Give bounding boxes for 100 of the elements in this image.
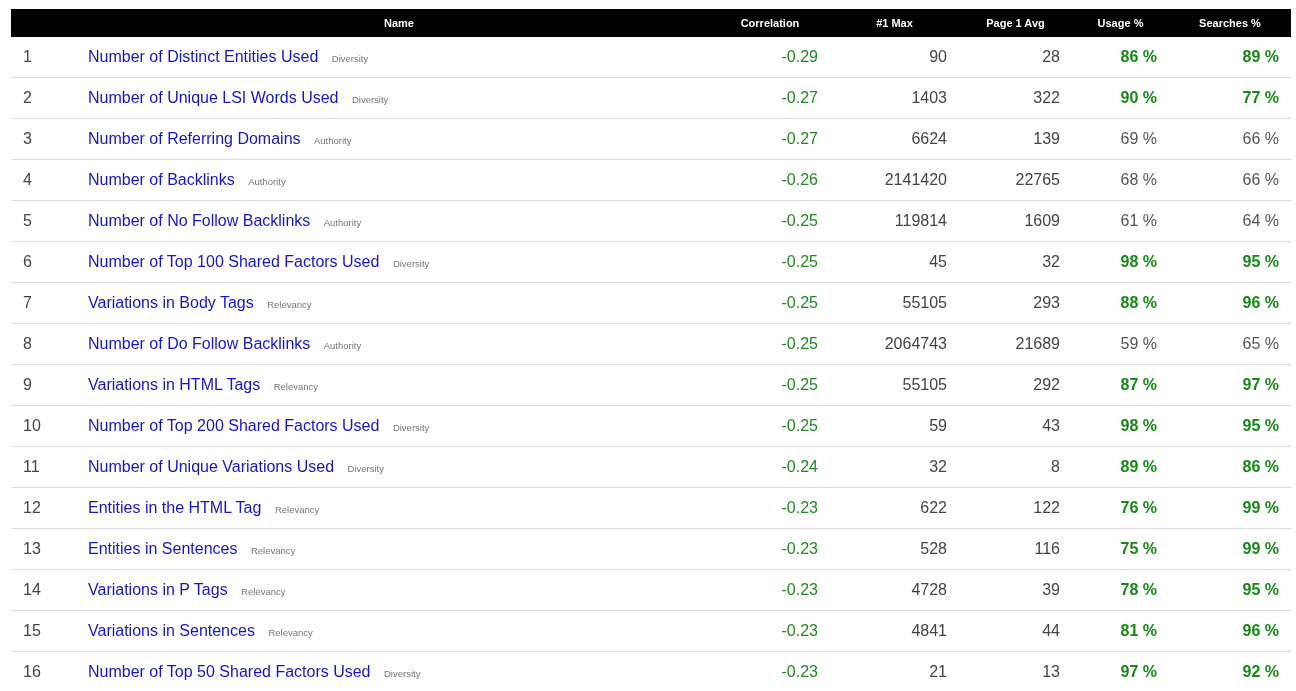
category-tag: Relevancy: [274, 504, 320, 515]
factor-link[interactable]: Variations in HTML Tags: [88, 376, 261, 393]
factor-link[interactable]: Number of Top 50 Shared Factors Used: [88, 663, 371, 680]
usage-cell: 87 %: [1072, 364, 1169, 406]
max-cell: 4728: [830, 569, 959, 611]
column-header: Page 1 Avg: [959, 9, 1072, 37]
usage-cell: 61 %: [1072, 200, 1169, 242]
category-tag: Diversity: [383, 668, 421, 679]
factor-link[interactable]: Variations in Body Tags: [88, 294, 254, 311]
max-cell: 45: [830, 241, 959, 283]
factor-link[interactable]: Number of Backlinks: [88, 171, 235, 188]
category-tag: Diversity: [331, 53, 369, 64]
usage-cell: 98 %: [1072, 241, 1169, 283]
factor-link[interactable]: Variations in P Tags: [88, 581, 228, 598]
max-cell: 55105: [830, 282, 959, 324]
searches-cell: 97 %: [1169, 364, 1291, 406]
searches-cell: 66 %: [1169, 118, 1291, 160]
max-cell: 622: [830, 487, 959, 529]
average-cell: 43: [959, 405, 1072, 447]
correlation-cell: -0.25: [710, 405, 830, 447]
average-cell: 293: [959, 282, 1072, 324]
factor-link[interactable]: Number of Unique Variations Used: [88, 458, 335, 475]
average-cell: 39: [959, 569, 1072, 611]
average-cell: 8: [959, 446, 1072, 488]
factor-link[interactable]: Variations in Sentences: [88, 622, 255, 639]
usage-cell: 97 %: [1072, 651, 1169, 691]
rank-cell: 3: [11, 118, 88, 160]
correlation-cell: -0.23: [710, 610, 830, 652]
usage-cell: 90 %: [1072, 77, 1169, 119]
searches-cell: 92 %: [1169, 651, 1291, 691]
correlation-cell: -0.23: [710, 528, 830, 570]
usage-cell: 76 %: [1072, 487, 1169, 529]
rank-cell: 5: [11, 200, 88, 242]
category-tag: Authority: [314, 135, 352, 146]
rank-cell: 9: [11, 364, 88, 406]
usage-cell: 78 %: [1072, 569, 1169, 611]
category-tag: Relevancy: [241, 586, 286, 597]
category-tag: Diversity: [347, 463, 384, 474]
searches-cell: 77 %: [1169, 77, 1291, 119]
correlation-cell: -0.25: [710, 241, 830, 283]
max-cell: 2141420: [830, 159, 959, 201]
factor-link[interactable]: Number of Top 100 Shared Factors Used: [88, 253, 380, 270]
factor-link[interactable]: Number of Referring Domains: [88, 130, 301, 147]
max-cell: 21: [830, 651, 959, 691]
searches-cell: 86 %: [1169, 446, 1291, 488]
max-cell: 2064743: [830, 323, 959, 365]
rank-cell: 1: [11, 37, 88, 78]
usage-cell: 81 %: [1072, 610, 1169, 652]
average-cell: 122: [959, 487, 1072, 529]
correlation-cell: -0.23: [710, 487, 830, 529]
factor-link[interactable]: Number of Distinct Entities Used: [88, 48, 319, 65]
average-cell: 44: [959, 610, 1072, 652]
searches-cell: 99 %: [1169, 487, 1291, 529]
category-tag: Relevancy: [268, 627, 313, 638]
searches-cell: 95 %: [1169, 241, 1291, 283]
factor-link[interactable]: Number of Unique LSI Words Used: [88, 89, 339, 106]
average-cell: 21689: [959, 323, 1072, 365]
max-cell: 59: [830, 405, 959, 447]
factor-link[interactable]: Number of Do Follow Backlinks: [88, 335, 311, 352]
average-cell: 28: [959, 37, 1072, 78]
max-cell: 6624: [830, 118, 959, 160]
rank-cell: 16: [11, 651, 88, 691]
rank-cell: 8: [11, 323, 88, 365]
searches-cell: 96 %: [1169, 282, 1291, 324]
average-cell: 139: [959, 118, 1072, 160]
usage-cell: 89 %: [1072, 446, 1169, 488]
rank-cell: 4: [11, 159, 88, 201]
correlation-cell: -0.27: [710, 118, 830, 160]
correlation-cell: -0.23: [710, 569, 830, 611]
column-header: Correlation: [710, 9, 830, 37]
searches-cell: 99 %: [1169, 528, 1291, 570]
factor-link[interactable]: Entities in the HTML Tag: [88, 499, 262, 516]
factor-link[interactable]: Number of No Follow Backlinks: [88, 212, 311, 229]
rank-cell: 7: [11, 282, 88, 324]
rank-cell: 10: [11, 405, 88, 447]
correlation-cell: -0.25: [710, 323, 830, 365]
searches-cell: 96 %: [1169, 610, 1291, 652]
max-cell: 528: [830, 528, 959, 570]
column-header: Name: [88, 9, 710, 37]
column-header: Searches %: [1169, 9, 1291, 37]
max-cell: 119814: [830, 200, 959, 242]
category-tag: Diversity: [392, 422, 430, 433]
rank-cell: 12: [11, 487, 88, 529]
average-cell: 116: [959, 528, 1072, 570]
column-header: Usage %: [1072, 9, 1169, 37]
rank-cell: 6: [11, 241, 88, 283]
searches-cell: 89 %: [1169, 37, 1291, 78]
category-tag: Relevancy: [267, 299, 312, 310]
searches-cell: 95 %: [1169, 405, 1291, 447]
usage-cell: 86 %: [1072, 37, 1169, 78]
usage-cell: 98 %: [1072, 405, 1169, 447]
average-cell: 322: [959, 77, 1072, 119]
average-cell: 1609: [959, 200, 1072, 242]
max-cell: 90: [830, 37, 959, 78]
category-tag: Authority: [323, 217, 362, 228]
average-cell: 32: [959, 241, 1072, 283]
correlation-cell: -0.25: [710, 282, 830, 324]
factor-link[interactable]: Number of Top 200 Shared Factors Used: [88, 417, 380, 434]
max-cell: 32: [830, 446, 959, 488]
factor-link[interactable]: Entities in Sentences: [88, 540, 238, 557]
